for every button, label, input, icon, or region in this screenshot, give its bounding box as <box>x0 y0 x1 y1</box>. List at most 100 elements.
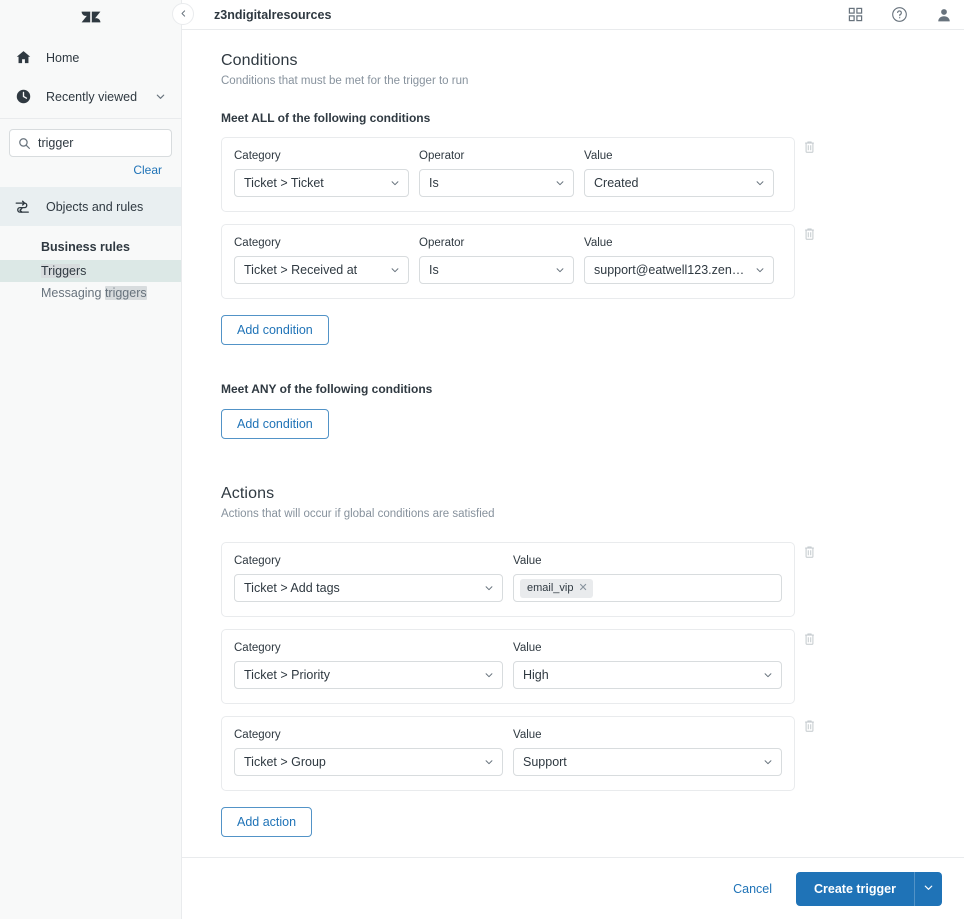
sidebar-group-heading: Business rules <box>41 240 130 254</box>
field-label-value: Value <box>584 237 613 249</box>
sidebar-item-recently-viewed[interactable]: Recently viewed <box>0 77 181 116</box>
sidebar: Home Recently viewed trigger Clear Objec… <box>0 0 194 919</box>
app-root: Home Recently viewed trigger Clear Objec… <box>0 0 964 919</box>
condition-row: Category Ticket > Received at Operator I… <box>221 224 795 299</box>
cancel-button[interactable]: Cancel <box>733 882 772 896</box>
conditions-title: Conditions <box>221 52 298 69</box>
action-value-value: Support <box>523 755 567 769</box>
action-value-field: Value email_vip ✕ <box>513 555 782 602</box>
conditions-any-label: Meet ANY of the following conditions <box>221 382 433 396</box>
sidebar-item-home[interactable]: Home <box>0 38 181 77</box>
condition-operator-field: Operator Is <box>419 237 574 284</box>
add-action-button[interactable]: Add action <box>221 807 313 837</box>
topbar-icons <box>848 6 952 23</box>
close-icon[interactable]: ✕ <box>578 582 587 594</box>
user-avatar-icon[interactable] <box>936 7 952 23</box>
search-input[interactable] <box>38 136 163 150</box>
sidebar-item-triggers[interactable]: Triggers <box>0 260 181 282</box>
delete-action-button[interactable] <box>802 545 816 559</box>
condition-value-select[interactable]: support@eatwell123.zendes... <box>584 256 774 284</box>
condition-category-field: Category Ticket > Received at <box>234 237 409 284</box>
action-row: Category Ticket > Add tags Value email_v… <box>221 542 795 617</box>
chevron-down-icon <box>555 178 565 188</box>
condition-category-select[interactable]: Ticket > Received at <box>234 256 409 284</box>
chevron-down-icon <box>153 90 167 104</box>
field-label-operator: Operator <box>419 150 465 162</box>
condition-category-select[interactable]: Ticket > Ticket <box>234 169 409 197</box>
chevron-down-icon <box>755 178 765 188</box>
action-row: Category Ticket > Group Value Support <box>221 716 795 791</box>
sidebar-item-triggers-label: Triggers <box>41 264 87 278</box>
chevron-down-icon <box>390 265 400 275</box>
chevron-down-icon <box>923 881 934 896</box>
help-circle-icon[interactable] <box>891 6 908 23</box>
sidebar-item-messaging-triggers[interactable]: Messaging triggers <box>0 282 181 304</box>
create-trigger-menu-button[interactable] <box>914 871 942 906</box>
action-value-field: Value High <box>513 642 782 689</box>
action-category-value: Ticket > Add tags <box>244 581 340 595</box>
action-value-select[interactable]: Support <box>513 748 782 776</box>
clear-search-link[interactable]: Clear <box>133 163 162 177</box>
action-row-wrapper: Category Ticket > Group Value Support <box>221 704 944 791</box>
add-condition-any-button[interactable]: Add condition <box>221 409 329 439</box>
home-icon <box>14 49 32 67</box>
create-trigger-split-button: Create trigger <box>796 871 942 906</box>
field-label-category: Category <box>234 555 281 567</box>
chevron-down-icon <box>484 757 494 767</box>
delete-condition-button[interactable] <box>802 140 816 154</box>
action-category-select[interactable]: Ticket > Add tags <box>234 574 503 602</box>
sidebar-search: Clear <box>0 119 181 177</box>
action-category-select[interactable]: Ticket > Group <box>234 748 503 776</box>
condition-category-field: Category Ticket > Ticket <box>234 150 409 197</box>
account-title: z3ndigitalresources <box>214 7 332 22</box>
action-category-field: Category Ticket > Add tags <box>234 555 503 602</box>
condition-value-field: Value support@eatwell123.zendes... <box>584 237 774 284</box>
chevron-down-icon <box>555 265 565 275</box>
conditions-all-label: Meet ALL of the following conditions <box>221 111 431 125</box>
sidebar-business-rules-group: Business rules Triggers Messaging trigge… <box>0 226 181 304</box>
create-trigger-button[interactable]: Create trigger <box>796 871 914 906</box>
condition-value-field: Value Created <box>584 150 774 197</box>
chevron-down-icon <box>390 178 400 188</box>
condition-operator-select[interactable]: Is <box>419 256 574 284</box>
sidebar-item-messaging-triggers-label: Messaging triggers <box>41 286 147 300</box>
action-category-select[interactable]: Ticket > Priority <box>234 661 503 689</box>
action-value-select[interactable]: High <box>513 661 782 689</box>
sidebar-item-home-label: Home <box>46 50 80 65</box>
action-row-wrapper: Category Ticket > Add tags Value email_v… <box>221 530 944 617</box>
field-label-value: Value <box>513 729 542 741</box>
apps-grid-icon[interactable] <box>848 7 863 22</box>
field-label-category: Category <box>234 642 281 654</box>
search-icon <box>18 137 31 150</box>
action-row: Category Ticket > Priority Value High <box>221 629 795 704</box>
condition-operator-select[interactable]: Is <box>419 169 574 197</box>
form-content: Conditions Conditions that must be met f… <box>182 30 964 857</box>
actions-subtitle: Actions that will occur if global condit… <box>221 508 495 520</box>
form-inner: Conditions Conditions that must be met f… <box>182 52 964 837</box>
sidebar-collapse-button[interactable] <box>172 3 194 25</box>
action-value-value: High <box>523 668 549 682</box>
sidebar-item-objects-and-rules[interactable]: Objects and rules <box>0 187 181 226</box>
delete-condition-button[interactable] <box>802 227 816 241</box>
chevron-down-icon <box>484 583 494 593</box>
condition-row: Category Ticket > Ticket Operator Is Val… <box>221 137 795 212</box>
action-category-value: Ticket > Priority <box>244 668 331 682</box>
sidebar-item-recently-viewed-label: Recently viewed <box>46 89 138 104</box>
actions-title: Actions <box>221 485 275 502</box>
form-footer: Cancel Create trigger <box>182 857 964 919</box>
field-label-category: Category <box>234 150 281 162</box>
search-box[interactable] <box>9 129 172 157</box>
action-tags-input[interactable]: email_vip ✕ <box>513 574 782 602</box>
chevron-down-icon <box>763 670 773 680</box>
field-label-value: Value <box>513 642 542 654</box>
add-condition-all-button[interactable]: Add condition <box>221 315 329 345</box>
zendesk-logo-icon[interactable] <box>0 0 181 30</box>
condition-category-value: Ticket > Received at <box>244 263 358 277</box>
condition-value-select[interactable]: Created <box>584 169 774 197</box>
chevron-down-icon <box>484 670 494 680</box>
sidebar-item-objects-and-rules-label: Objects and rules <box>46 199 144 214</box>
tag-chip[interactable]: email_vip ✕ <box>520 578 593 598</box>
objects-rules-icon <box>14 198 32 216</box>
delete-action-button[interactable] <box>802 719 816 733</box>
delete-action-button[interactable] <box>802 632 816 646</box>
